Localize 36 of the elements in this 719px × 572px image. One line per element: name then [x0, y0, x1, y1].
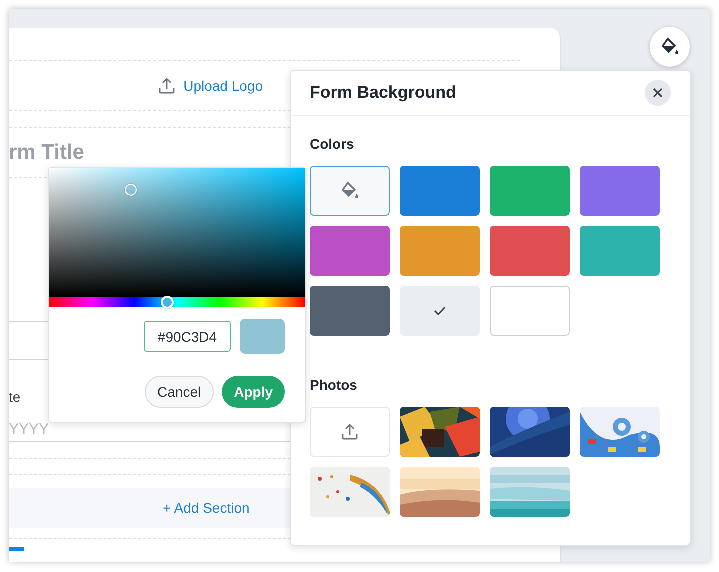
color-swatch[interactable]: [490, 226, 570, 276]
upload-icon: [341, 423, 359, 441]
hex-input[interactable]: #90C3D4: [144, 321, 231, 352]
close-button[interactable]: [645, 80, 671, 106]
tab-indicator: [9, 547, 24, 551]
color-preview: [240, 319, 285, 354]
add-section-button[interactable]: + Add Section: [161, 498, 252, 518]
paint-bucket-icon: [660, 37, 680, 57]
hue-slider[interactable]: [49, 297, 305, 307]
colors-heading: Colors: [310, 135, 356, 153]
custom-color-swatch[interactable]: [310, 166, 390, 216]
cancel-button[interactable]: Cancel: [144, 376, 214, 408]
field-label: te: [9, 389, 21, 405]
color-swatch[interactable]: [580, 226, 660, 276]
color-swatch[interactable]: [310, 286, 390, 336]
form-title: rm Title: [9, 141, 84, 165]
color-swatch[interactable]: [310, 226, 390, 276]
panel-title: Form Background: [310, 83, 456, 103]
color-swatch[interactable]: [400, 166, 480, 216]
color-swatch[interactable]: [400, 286, 480, 336]
apply-button[interactable]: Apply: [222, 376, 285, 408]
check-icon: [434, 306, 446, 316]
background-button[interactable]: [650, 27, 690, 67]
upload-photo-button[interactable]: [310, 407, 390, 457]
hue-handle[interactable]: [160, 296, 174, 309]
color-handle[interactable]: [124, 184, 137, 196]
upload-logo-button[interactable]: Upload Logo: [156, 74, 265, 96]
upload-icon: [158, 76, 176, 94]
color-swatch[interactable]: [580, 166, 660, 216]
color-swatch[interactable]: [400, 226, 480, 276]
saturation-area[interactable]: [49, 168, 305, 297]
color-swatch[interactable]: [490, 166, 570, 216]
color-swatch[interactable]: [490, 286, 570, 336]
paint-bucket-icon: [340, 181, 360, 201]
photos-heading: Photos: [310, 376, 358, 394]
close-icon: [653, 88, 663, 98]
